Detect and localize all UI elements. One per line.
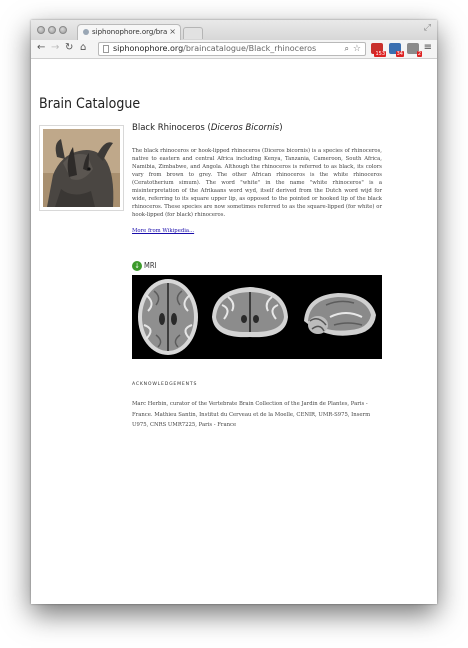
more-from-wikipedia-link[interactable]: More from Wikipedia... — [132, 228, 194, 234]
tab-brain-catalogue[interactable]: siphonophore.org/brainca × — [77, 24, 181, 40]
back-arrow-icon[interactable]: ← — [37, 42, 45, 53]
mri-download[interactable]: ↓ MRI — [132, 261, 157, 271]
close-window-button[interactable] — [37, 26, 45, 34]
mri-label-text: MRI — [144, 261, 157, 270]
minimize-window-button[interactable] — [48, 26, 56, 34]
acknowledgements-text: Marc Herbin, curator of the Vertebrate B… — [132, 401, 371, 428]
species-heading: Black Rhinoceros (Diceros Bicornis) — [132, 123, 283, 133]
url-text: siphonophore.org/braincatalogue/Black_rh… — [113, 43, 316, 55]
species-description: The black rhinoceros or hook-lipped rhin… — [132, 148, 382, 218]
fullscreen-icon[interactable]: ⤢ — [424, 23, 431, 33]
menu-icon[interactable]: ≡ — [424, 42, 432, 53]
page-icon — [103, 45, 109, 53]
ext-badge: 2 — [416, 51, 422, 57]
browser-toolbar: ← → ↻ ⌂ siphonophore.org/braincatalogue/… — [31, 40, 437, 59]
page-content: Brain Catalogue Black Rhinoceros (Dicero… — [31, 59, 437, 604]
home-icon[interactable]: ⌂ — [80, 42, 86, 53]
ext-badge: 34 — [395, 51, 404, 57]
mri-axial-slice[interactable] — [132, 275, 204, 359]
species-latin-name: Diceros Bicornis — [210, 123, 280, 133]
acknowledgements-heading: ACKNOWLEDGEMENTS — [132, 382, 198, 387]
favicon-icon — [83, 29, 89, 35]
search-icon[interactable]: ⌕ — [345, 43, 349, 55]
ext-badge: 153 — [374, 51, 386, 57]
mri-coronal-slice[interactable] — [206, 275, 294, 359]
mri-viewer[interactable] — [132, 275, 382, 359]
mri-sagittal-slice[interactable] — [296, 275, 382, 359]
forward-arrow-icon[interactable]: → — [51, 42, 59, 53]
ext-grey-icon[interactable]: 2 — [407, 43, 422, 57]
bookmark-star-icon[interactable]: ☆ — [353, 43, 361, 55]
url-host: siphonophore.org — [113, 44, 184, 53]
address-bar[interactable]: siphonophore.org/braincatalogue/Black_rh… — [98, 42, 366, 56]
ext-red-icon[interactable]: 153 — [371, 43, 386, 57]
tab-strip: siphonophore.org/brainca × ⤢ — [31, 20, 437, 40]
new-tab-button[interactable] — [183, 27, 203, 39]
ext-blue-icon[interactable]: 34 — [389, 43, 404, 57]
reload-icon[interactable]: ↻ — [65, 42, 73, 53]
zoom-window-button[interactable] — [59, 26, 67, 34]
url-path: /braincatalogue/Black_rhinoceros — [183, 44, 317, 53]
browser-window: siphonophore.org/brainca × ⤢ ← → ↻ ⌂ sip… — [31, 20, 437, 604]
species-common-name: Black Rhinoceros ( — [132, 123, 211, 133]
rhinoceros-photo — [39, 125, 124, 211]
species-heading-close: ) — [279, 123, 283, 133]
download-icon[interactable]: ↓ — [132, 261, 142, 271]
page-title: Brain Catalogue — [39, 96, 141, 112]
tab-close-icon[interactable]: × — [169, 27, 176, 36]
tab-title: siphonophore.org/brainca — [92, 28, 168, 36]
